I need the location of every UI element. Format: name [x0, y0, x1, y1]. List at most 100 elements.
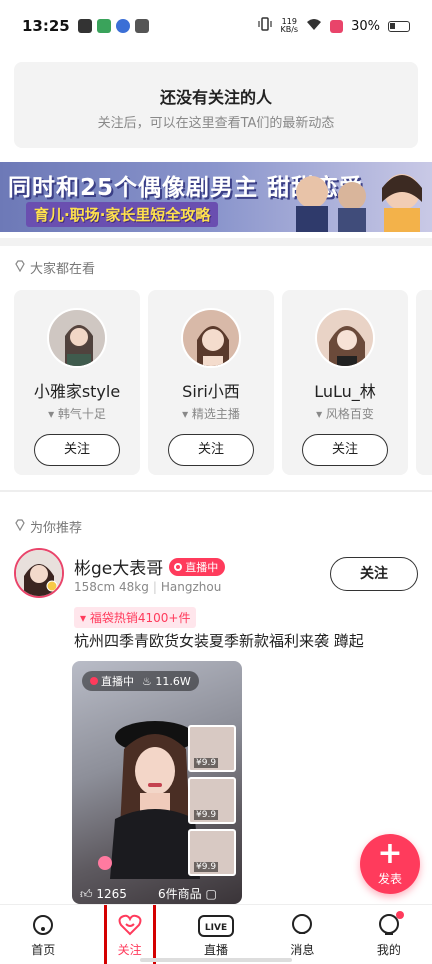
popular-card-tag: ▾ 精选主播: [148, 405, 274, 422]
avatar: [315, 308, 375, 368]
popular-card[interactable]: Siri小西 ▾ 精选主播 关注: [148, 290, 274, 475]
nav-home[interactable]: 首页: [0, 905, 86, 964]
home-indicator: [140, 958, 292, 962]
plus-icon: +: [377, 836, 403, 871]
popular-card-tag-text: 风格百变: [325, 407, 374, 421]
app-notification-icon: [77, 19, 92, 33]
live-video-thumbnail[interactable]: 直播中 ♨ 11.6W ¥9.9 ¥9.9 ¥9.9 👍︎ 1265 6件商品 …: [72, 661, 242, 904]
feed-username-row: 彬ge大表哥 直播中: [74, 554, 226, 579]
empty-follow-title: 还没有关注的人: [159, 88, 272, 107]
message-icon: [292, 914, 313, 934]
bookmark-icon: ▾: [48, 407, 55, 421]
product-thumb[interactable]: ¥9.9: [188, 725, 236, 772]
height-weight: 158cm 48kg: [74, 580, 149, 594]
goods-count[interactable]: 6件商品 ▢: [158, 885, 217, 902]
views-count: 11.6W: [155, 674, 191, 688]
empty-follow-notice: 还没有关注的人 关注后，可以在这里查看TA们的最新动态: [14, 62, 418, 148]
live-dot-icon: [90, 677, 98, 685]
like-count: 👍︎ 1265: [80, 887, 127, 902]
notification-dot: [396, 911, 405, 919]
app-notification-icon: [96, 19, 111, 33]
status-right: 119 KB/s 30%: [258, 17, 410, 35]
popular-heading: 大家都在看: [14, 258, 95, 277]
popular-carousel[interactable]: 小雅家style ▾ 韩气十足 关注 Siri小西 ▾ 精选主播 关注 LuLu…: [14, 290, 432, 475]
heart-icon: [118, 914, 142, 936]
popular-card-partial[interactable]: [416, 290, 432, 475]
diamond-icon: [14, 518, 26, 535]
live-icon: LIVE: [198, 915, 235, 937]
bookmark-icon: ▾: [80, 611, 87, 625]
banner-illustration: [296, 174, 422, 232]
status-time: 13:25: [22, 17, 70, 35]
popular-card-name: LuLu_林: [314, 382, 376, 401]
views: ♨ 11.6W: [142, 675, 191, 688]
avatar: [181, 308, 241, 368]
popular-heading-text: 大家都在看: [30, 262, 96, 277]
nav-live-label: 直播: [204, 943, 229, 957]
heart-icon: [98, 856, 112, 870]
follow-button[interactable]: 关注: [330, 557, 418, 591]
feed-avatar[interactable]: [14, 548, 64, 598]
svg-text:LIVE: LIVE: [205, 923, 227, 933]
nav-profile[interactable]: 我的: [346, 905, 432, 964]
streamer-image: [110, 721, 200, 879]
goods-count-text: 6件商品: [158, 887, 202, 901]
feed-title[interactable]: 杭州四季青欧货女装夏季新款福利来袭 蹲起: [74, 630, 364, 651]
net-speed: 119 KB/s: [280, 18, 298, 34]
post-button-label: 发表: [377, 872, 402, 886]
follow-button[interactable]: 关注: [302, 434, 388, 466]
feed-username[interactable]: 彬ge大表哥: [74, 554, 163, 579]
vibrate-icon: [258, 17, 273, 35]
popular-card-name: 小雅家style: [33, 382, 121, 401]
city: Hangzhou: [160, 580, 222, 594]
popular-card-tag: ▾ 风格百变: [282, 405, 408, 422]
product-price: ¥9.9: [194, 862, 219, 872]
bookmark-icon: ▾: [316, 407, 323, 421]
follow-button[interactable]: 关注: [34, 434, 120, 466]
bookmark-icon: ▾: [182, 407, 189, 421]
live-badge[interactable]: 直播中: [169, 557, 226, 576]
popular-card-name: Siri小西: [182, 382, 240, 401]
promo-tag[interactable]: ▾ 福袋热销4100+件: [74, 607, 197, 628]
recommend-heading: 为你推荐: [14, 517, 82, 536]
nav-messages[interactable]: 消息: [259, 905, 345, 964]
app-notification-icon: [115, 19, 130, 33]
nav-profile-label: 我的: [376, 943, 401, 957]
popular-card-tag-text: 韩气十足: [57, 407, 106, 421]
banner-subline: 育儿·职场·家长里短全攻略: [26, 202, 219, 227]
popular-card[interactable]: 小雅家style ▾ 韩气十足 关注: [14, 290, 140, 475]
status-bar: 13:25 119 KB/s 30%: [0, 0, 432, 52]
avatar: [47, 308, 107, 368]
app-notification-icon: [134, 19, 149, 33]
post-button[interactable]: + 发表: [360, 834, 420, 894]
promo-banner[interactable]: 同时和25个偶像剧男主 甜甜恋爱 育儿·职场·家长里短全攻略: [0, 162, 432, 232]
diamond-icon: [14, 259, 26, 276]
nav-live[interactable]: LIVE 直播: [173, 905, 259, 964]
bag-icon: ▢: [205, 887, 217, 901]
nav-follow[interactable]: 关注: [86, 905, 172, 964]
popular-card[interactable]: LuLu_林 ▾ 风格百变 关注: [282, 290, 408, 475]
wifi-icon: [306, 18, 322, 35]
nav-home-label: 首页: [31, 943, 56, 957]
product-price: ¥9.9: [194, 758, 219, 768]
product-price: ¥9.9: [194, 810, 219, 820]
fire-icon: ♨: [142, 674, 152, 688]
section-divider: [0, 490, 432, 492]
sim-icon: [330, 19, 344, 33]
live-status-chip: 直播中 ♨ 11.6W: [82, 671, 199, 691]
popular-card-tag: ▾ 韩气十足: [14, 405, 140, 422]
like-count-value: 1265: [96, 887, 127, 901]
product-thumb[interactable]: ¥9.9: [188, 829, 236, 876]
net-speed-unit: KB/s: [280, 25, 299, 34]
live-status: 直播中: [90, 673, 134, 689]
promo-tag-text: 福袋热销4100+件: [89, 611, 191, 625]
live-status-text: 直播中: [101, 675, 134, 688]
live-badge-text: 直播中: [185, 560, 219, 574]
follow-button[interactable]: 关注: [168, 434, 254, 466]
nav-follow-label: 关注: [117, 943, 142, 957]
product-thumb[interactable]: ¥9.9: [188, 777, 236, 824]
recommend-heading-text: 为你推荐: [30, 521, 83, 536]
bottom-nav: 首页 关注 LIVE 直播 消息 我的: [0, 904, 432, 964]
home-icon: [33, 915, 54, 935]
live-dot-icon: [174, 562, 183, 571]
